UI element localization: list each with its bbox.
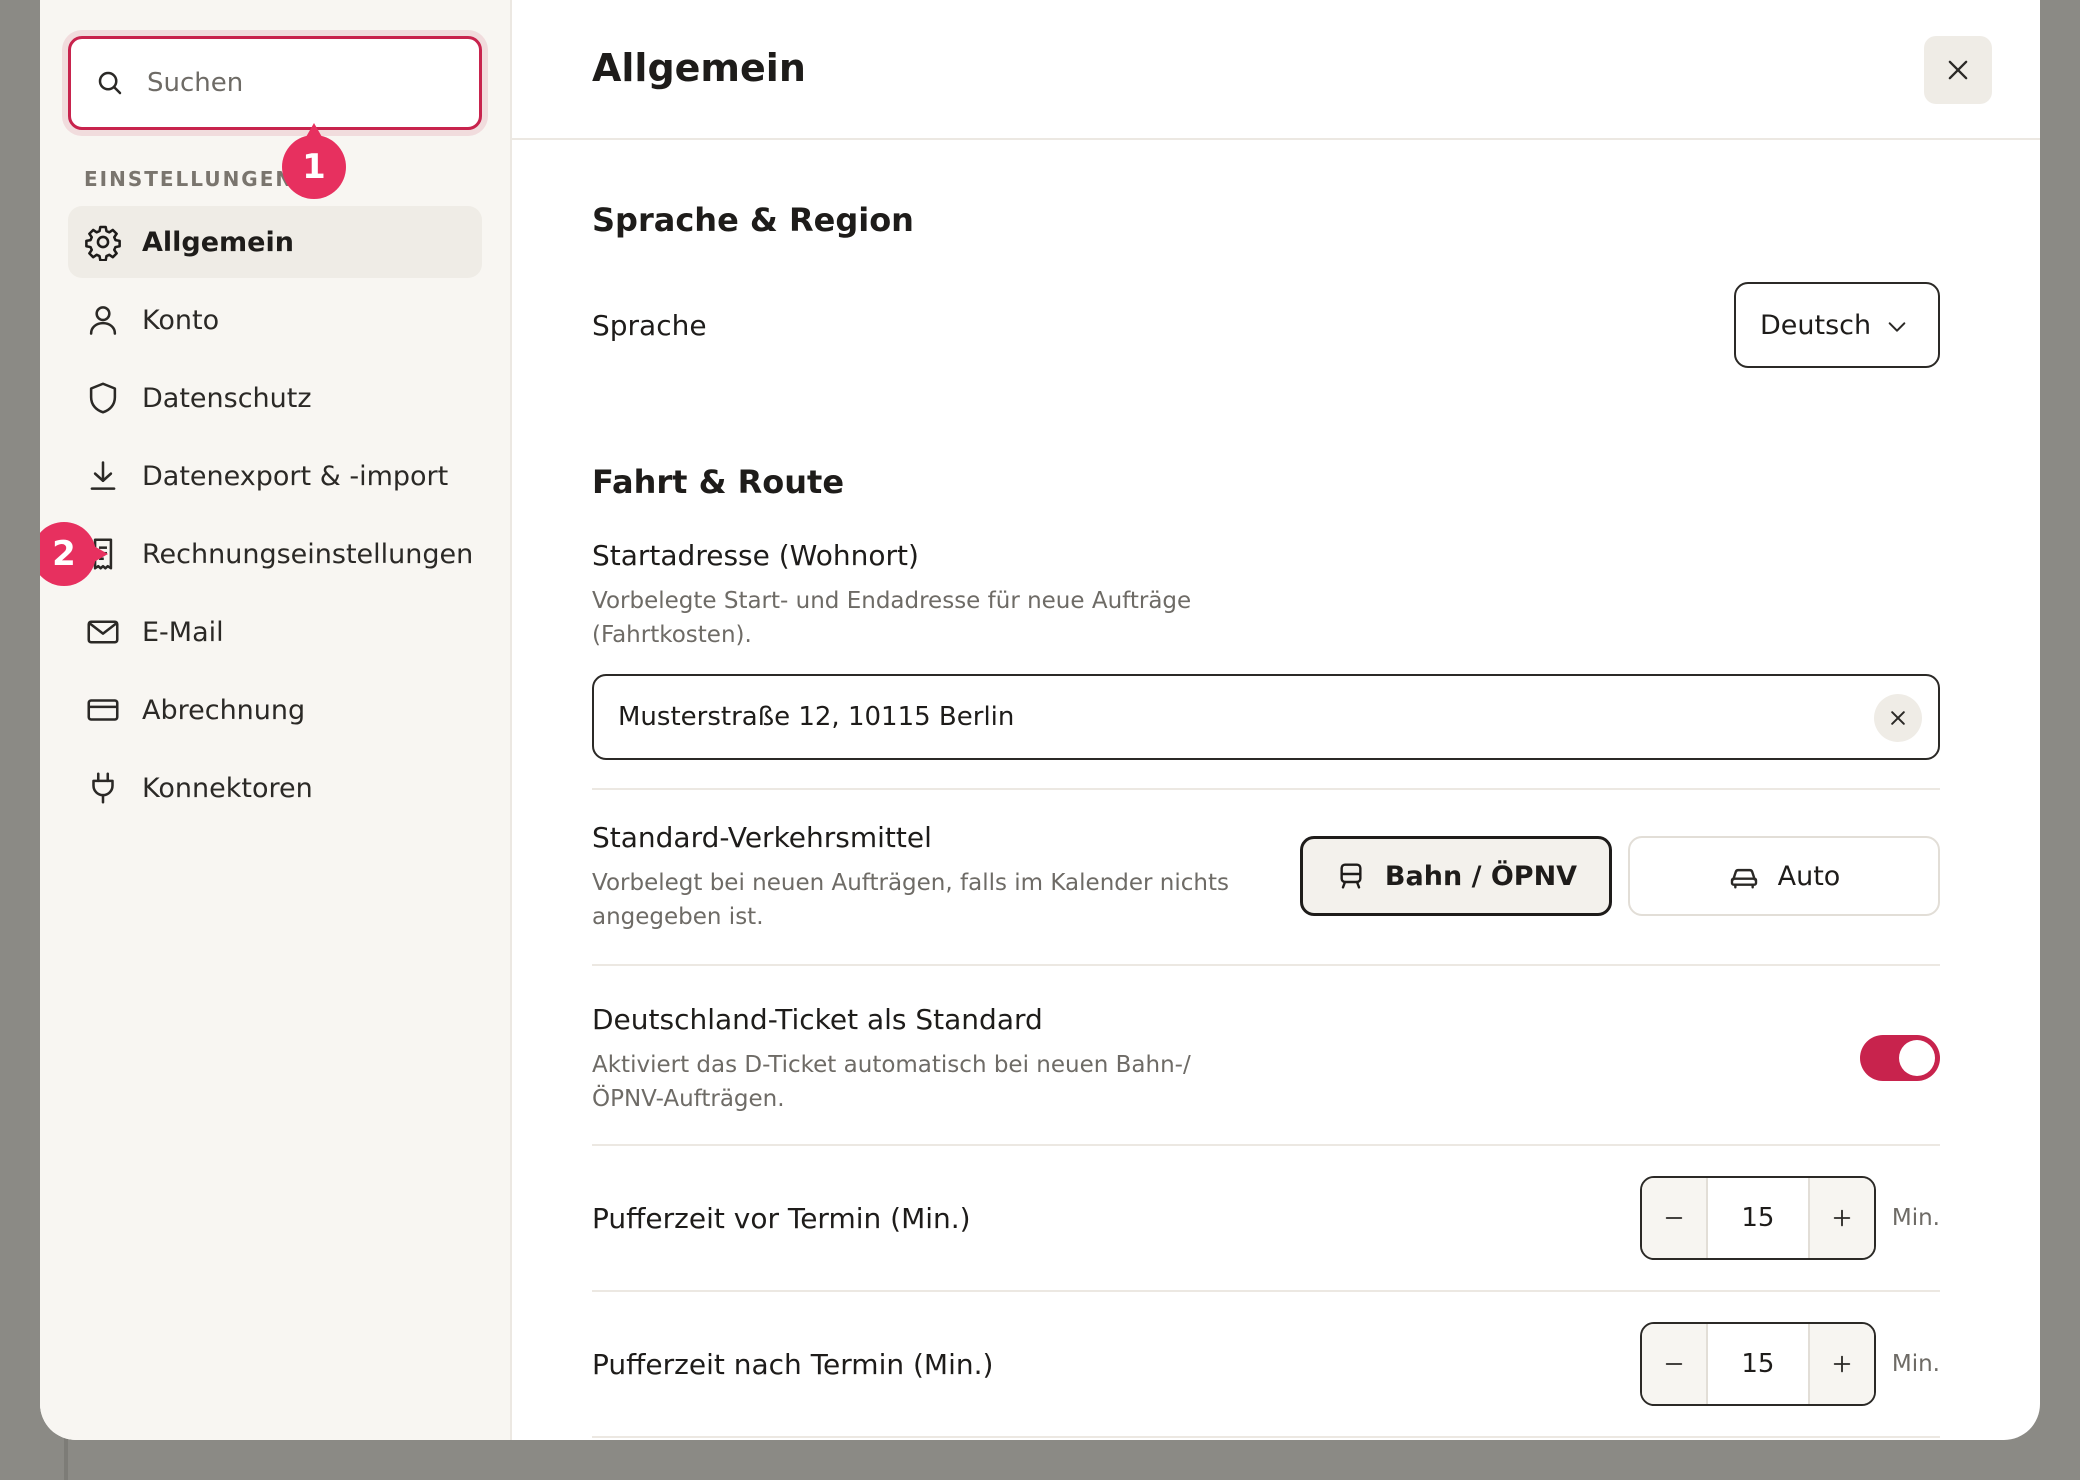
transport-row: Standard-Verkehrsmittel Vorbelegt bei ne… [592, 818, 1940, 964]
buffer-after-row: Pufferzeit nach Termin (Min.) 15 Min. [592, 1292, 1940, 1436]
sidebar-item-label: Allgemein [142, 226, 294, 258]
settings-sidebar: 1 EINSTELLUNGEN Allgemein Konto Datensch… [40, 0, 512, 1440]
content-header: Allgemein [512, 0, 2040, 140]
language-label: Sprache [592, 308, 707, 342]
start-address-field[interactable] [592, 674, 1940, 760]
buffer-after-label: Pufferzeit nach Termin (Min.) [592, 1347, 994, 1381]
sidebar-item-label: Datenexport & -import [142, 460, 449, 492]
car-icon [1730, 868, 1757, 889]
divider [592, 964, 1940, 966]
close-icon [1948, 60, 1968, 80]
transport-option-auto[interactable]: Auto [1628, 836, 1940, 916]
settings-dialog: 1 EINSTELLUNGEN Allgemein Konto Datensch… [40, 0, 2040, 1440]
start-address-block: Startadresse (Wohnort) Vorbelegte Start-… [592, 536, 1940, 760]
user-icon [89, 306, 117, 335]
sidebar-item-rechnungseinstellungen[interactable]: Rechnungseinstellungen [68, 518, 482, 590]
train-icon [1340, 863, 1362, 889]
language-select[interactable]: Deutsch [1734, 282, 1940, 368]
decrement-button[interactable] [1641, 1324, 1706, 1404]
language-row: Sprache Deutsch [592, 280, 1940, 370]
page-title: Allgemein [592, 46, 806, 90]
buffer-before-label: Pufferzeit vor Termin (Min.) [592, 1201, 971, 1235]
close-button[interactable] [1924, 36, 1992, 104]
buffer-after-unit: Min. [1891, 1351, 1940, 1377]
sidebar-item-datenexport[interactable]: Datenexport & -import [68, 440, 482, 512]
transport-option-label: Auto [1777, 860, 1841, 892]
transport-description: Vorbelegt bei neuen Aufträgen, falls im … [592, 870, 1229, 930]
ticket-description: Aktiviert das D-Ticket automatisch bei n… [592, 1052, 1191, 1112]
language-select-value: Deutsch [1760, 309, 1872, 341]
chevron-down-icon [1888, 322, 1906, 332]
divider [592, 788, 1940, 790]
settings-form: Sprache & Region Sprache Deutsch Fahrt &… [512, 198, 2040, 1438]
plug-icon [92, 772, 114, 804]
ticket-row: Deutschland-Ticket als Standard Aktivier… [592, 1000, 1940, 1144]
buffer-after-stepper: 15 [1639, 1322, 1876, 1406]
sidebar-item-datenschutz[interactable]: Datenschutz [68, 362, 482, 434]
divider [592, 1436, 1940, 1438]
toggle-knob [1899, 1040, 1935, 1076]
minus-icon [1665, 1217, 1683, 1219]
sidebar-item-allgemein[interactable]: Allgemein [68, 206, 482, 278]
decrement-button[interactable] [1641, 1178, 1706, 1258]
section-title-language: Sprache & Region [592, 201, 914, 239]
buffer-after-value[interactable]: 15 [1705, 1324, 1810, 1404]
sidebar-item-label: Rechnungseinstellungen [142, 538, 474, 570]
annotation-marker-1: 1 [282, 123, 346, 199]
section-title-route: Fahrt & Route [592, 463, 845, 501]
transport-segmented-control: Bahn / ÖPNV Auto [1300, 836, 1940, 916]
buffer-before-row: Pufferzeit vor Termin (Min.) 15 Min. [592, 1146, 1940, 1290]
search-box[interactable] [68, 36, 482, 130]
search-input[interactable] [147, 68, 447, 98]
close-icon [1891, 711, 1905, 725]
sidebar-item-label: Datenschutz [142, 382, 312, 414]
increment-button[interactable] [1809, 1324, 1874, 1404]
search-icon [98, 71, 122, 95]
buffer-before-value[interactable]: 15 [1705, 1178, 1810, 1258]
transport-option-bahn[interactable]: Bahn / ÖPNV [1300, 836, 1612, 916]
transport-option-label: Bahn / ÖPNV [1384, 860, 1578, 892]
ticket-toggle[interactable] [1860, 1035, 1940, 1081]
plus-icon [1833, 1209, 1851, 1227]
sidebar-item-email[interactable]: E-Mail [68, 596, 482, 668]
sidebar-item-konnektoren[interactable]: Konnektoren [68, 752, 482, 824]
mail-icon [87, 620, 119, 644]
start-address-input[interactable] [618, 702, 1818, 732]
sidebar-item-konto[interactable]: Konto [68, 284, 482, 356]
credit-card-icon [87, 699, 119, 721]
sidebar-item-label: Abrechnung [142, 694, 306, 726]
start-address-title: Startadresse (Wohnort) [592, 539, 919, 572]
ticket-title: Deutschland-Ticket als Standard [592, 1003, 1043, 1036]
download-icon [90, 461, 116, 490]
minus-icon [1665, 1363, 1683, 1365]
buffer-before-stepper: 15 [1639, 1176, 1876, 1260]
sidebar-item-label: Konnektoren [142, 772, 313, 804]
buffer-before-unit: Min. [1891, 1205, 1940, 1231]
start-address-description: Vorbelegte Start- und Endadresse für neu… [592, 588, 1192, 648]
settings-content: Allgemein Sprache & Region Sprache Deuts… [512, 0, 2040, 1440]
plus-icon [1833, 1355, 1851, 1373]
sidebar-nav: Allgemein Konto Datenschutz Datenexport … [68, 206, 482, 824]
sidebar-item-abrechnung[interactable]: Abrechnung [68, 674, 482, 746]
sidebar-item-label: E-Mail [142, 616, 224, 648]
transport-title: Standard-Verkehrsmittel [592, 821, 932, 854]
gear-icon [85, 225, 121, 261]
clear-address-button[interactable] [1874, 694, 1922, 742]
shield-icon [89, 382, 117, 414]
increment-button[interactable] [1809, 1178, 1874, 1258]
sidebar-item-label: Konto [142, 304, 220, 336]
